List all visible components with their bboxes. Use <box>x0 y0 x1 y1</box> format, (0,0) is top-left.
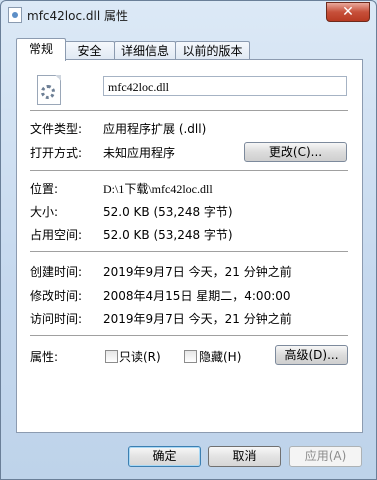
divider <box>30 110 348 112</box>
tab-previous-versions[interactable]: 以前的版本 <box>175 41 250 60</box>
attributes-label: 属性: <box>30 350 59 364</box>
gear-icon <box>41 85 55 99</box>
general-tab-panel: mfc42loc.dll 文件类型: 应用程序扩展 (.dll) 打开方式: 未… <box>16 59 363 433</box>
modified-value: 2008年4月15日 星期二，4:00:00 <box>103 289 291 303</box>
apply-button[interactable]: 应用(A) <box>289 446 362 467</box>
file-type-label: 文件类型: <box>30 122 83 136</box>
change-button[interactable]: 更改(C)... <box>244 142 347 162</box>
dll-file-icon <box>37 75 61 105</box>
ok-button[interactable]: 确定 <box>128 446 201 467</box>
file-type-value: 应用程序扩展 (.dll) <box>103 122 207 136</box>
properties-window: mfc42loc.dll 属性 ✕ 常规 安全 详细信息 以前的版本 mfc42… <box>0 0 377 480</box>
cancel-button[interactable]: 取消 <box>208 446 281 467</box>
advanced-button[interactable]: 高级(D)... <box>275 345 348 365</box>
accessed-value: 2019年9月7日 今天，21 分钟之前 <box>103 312 292 326</box>
modified-label: 修改时间: <box>30 289 83 303</box>
open-with-label: 打开方式: <box>30 146 83 160</box>
created-label: 创建时间: <box>30 265 83 279</box>
location-label: 位置: <box>30 182 59 196</box>
readonly-checkbox[interactable] <box>105 350 118 363</box>
location-value: D:\1下载\mfc42loc.dll <box>103 182 213 196</box>
tab-security[interactable]: 安全 <box>64 41 115 60</box>
size-value: 52.0 KB (53,248 字节) <box>103 205 233 219</box>
file-fold-icon <box>55 75 61 81</box>
hidden-label[interactable]: 隐藏(H) <box>199 348 241 365</box>
created-value: 2019年9月7日 今天，21 分钟之前 <box>103 265 292 279</box>
readonly-label[interactable]: 只读(R) <box>119 348 161 365</box>
size-on-disk-label: 占用空间: <box>30 228 83 242</box>
file-name-field[interactable]: mfc42loc.dll <box>103 76 347 96</box>
accessed-label: 访问时间: <box>30 312 83 326</box>
divider <box>30 251 348 253</box>
window-title: mfc42loc.dll 属性 <box>27 9 128 23</box>
hidden-checkbox[interactable] <box>184 350 197 363</box>
properties-window-icon <box>8 7 22 23</box>
close-button[interactable]: ✕ <box>326 2 370 22</box>
tab-general[interactable]: 常规 <box>16 38 66 61</box>
divider <box>30 170 348 172</box>
size-label: 大小: <box>30 205 59 219</box>
divider <box>30 335 348 337</box>
title-bar[interactable]: mfc42loc.dll 属性 ✕ <box>1 1 376 29</box>
open-with-value: 未知应用程序 <box>103 146 176 160</box>
tab-details[interactable]: 详细信息 <box>114 41 176 60</box>
size-on-disk-value: 52.0 KB (53,248 字节) <box>103 228 233 242</box>
